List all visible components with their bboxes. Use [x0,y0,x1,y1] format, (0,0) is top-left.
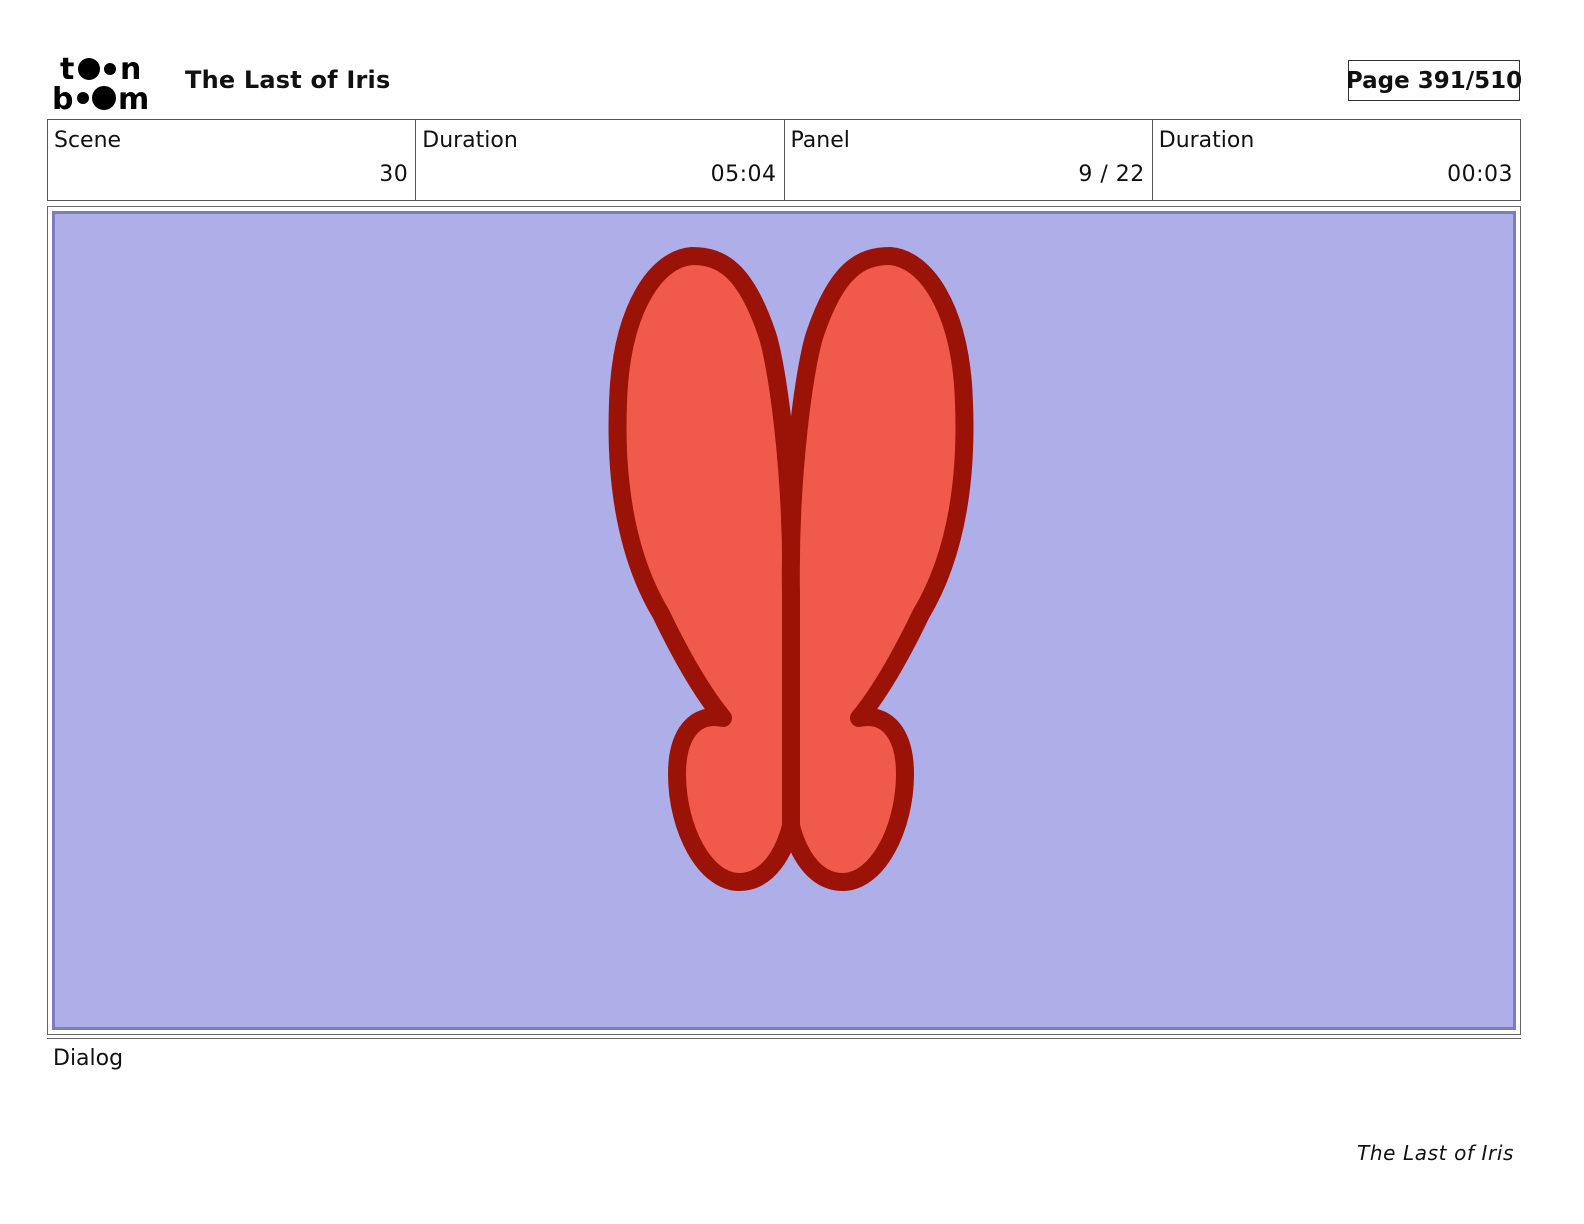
dialog-label: Dialog [53,1046,124,1071]
svg-text:m: m [118,82,149,112]
panel-info-table: Scene 30 Duration 05:04 Panel 9 / 22 Dur… [47,119,1521,201]
project-title: The Last of Iris [185,66,391,94]
storyboard-panel-frame [47,206,1521,1035]
scene-duration-label: Duration [422,128,518,153]
footer-title: The Last of Iris [1357,1141,1514,1165]
panel-label: Panel [790,128,850,153]
scene-value: 30 [379,162,409,187]
panel-duration-value: 00:03 [1447,162,1513,187]
scene-duration-cell: Duration 05:04 [416,120,785,200]
panel-duration-cell: Duration 00:03 [1153,120,1520,200]
scene-cell: Scene 30 [48,120,417,200]
panel-duration-label: Duration [1158,128,1255,153]
svg-text:b: b [52,82,73,112]
scene-duration-value: 05:04 [710,162,777,187]
storyboard-panel-image [52,211,1516,1030]
red-ears-drawing [608,247,974,891]
panel-cell: Panel 9 / 22 [785,120,1153,200]
panel-value: 9 / 22 [1078,162,1145,187]
toon-boom-logo: t n b m [52,52,164,117]
left-ear-shape [608,247,801,891]
dialog-separator [47,1038,1521,1039]
right-ear-shape [781,247,974,891]
page-indicator: Page 391/510 [1346,60,1522,101]
scene-label: Scene [54,128,122,153]
